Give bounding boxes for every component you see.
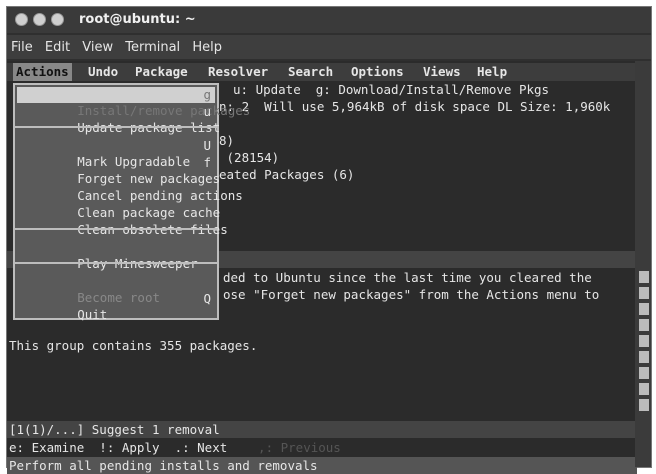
menu-edit[interactable]: Edit [41, 35, 74, 55]
title-bar: root@ubuntu: ~ [7, 7, 651, 33]
status-suggest: [1(1)/...] Suggest 1 removal [9, 422, 220, 437]
description-line-2: ose "Forget new packages" from the Actio… [223, 287, 600, 302]
dropdown-item-clean-obsolete[interactable]: Clean obsolete files [17, 206, 228, 237]
tree-row-3[interactable]: eated Packages (6) [219, 166, 354, 183]
aptitude-menu-resolver[interactable]: Resolver [205, 63, 271, 81]
close-icon[interactable] [15, 13, 28, 26]
dropdown-item-mark-upgradable[interactable]: Mark Upgradable U [17, 138, 215, 169]
dropdown-separator [15, 262, 217, 264]
window-title: root@ubuntu: ~ [79, 12, 196, 27]
description-line-1: ded to Ubuntu since the last time you cl… [223, 270, 592, 285]
scroll-tick [639, 335, 649, 347]
tree-row-1[interactable]: 8) [219, 132, 234, 149]
scroll-tick [639, 351, 649, 363]
description-line-3: This group contains 355 packages. [9, 338, 258, 353]
terminal-content[interactable]: Actions Undo Package Resolver Search Opt… [7, 61, 637, 474]
aptitude-menu-help[interactable]: Help [474, 63, 510, 81]
terminal-window: root@ubuntu: ~ File Edit View Terminal H… [6, 6, 652, 474]
tree-row-2[interactable]: (28154) [219, 149, 280, 166]
dropdown-item-install-remove[interactable]: Install/remove packages g [17, 87, 250, 118]
dropdown-item-clean-cache[interactable]: Clean package cache [17, 189, 220, 220]
status-keys: e: Examine !: Apply .: Next [9, 440, 228, 455]
aptitude-menu-package[interactable]: Package [132, 63, 191, 81]
header-keys: u: Update g: Download/Install/Remove Pkg… [233, 82, 550, 97]
scroll-tick [639, 383, 649, 395]
maximize-icon[interactable] [51, 13, 64, 26]
aptitude-menubar: Actions Undo Package Resolver Search Opt… [7, 63, 637, 81]
aptitude-menu-options[interactable]: Options [348, 63, 407, 81]
aptitude-menu-views[interactable]: Views [420, 63, 464, 81]
aptitude-menu-search[interactable]: Search [285, 63, 336, 81]
minimize-icon[interactable] [33, 13, 46, 26]
menu-view[interactable]: View [78, 35, 117, 55]
scroll-tick [639, 303, 649, 315]
dropdown-item-become-root: Become root [77, 290, 161, 305]
scroll-tick [639, 367, 649, 379]
dropdown-item-update-list[interactable]: Update package listu [17, 104, 220, 135]
aptitude-menu-actions[interactable]: Actions [13, 63, 72, 81]
dropdown-separator [15, 228, 217, 230]
dropdown-item-cancel-pending[interactable]: Cancel pending actions [17, 172, 243, 203]
dropdown-item-quit[interactable]: Quit Q [17, 291, 215, 322]
dropdown-item-minesweeper[interactable]: Play Minesweeper [17, 240, 215, 271]
scroll-tick [639, 271, 649, 283]
terminal-scrollbar[interactable] [635, 61, 651, 467]
status-bottom: Perform all pending installs and removal… [9, 458, 318, 473]
aptitude-menu-undo[interactable]: Undo [85, 63, 121, 81]
dropdown-item-forget-new[interactable]: Forget new packages f [17, 155, 220, 186]
menu-file[interactable]: File [7, 35, 37, 55]
header-summary: n: 2 Will use 5,964kB of disk space DL S… [219, 99, 611, 114]
status-prev: ,: Previous [243, 440, 341, 455]
menu-terminal[interactable]: Terminal [121, 35, 184, 55]
terminal-menubar: File Edit View Terminal Help [7, 35, 651, 59]
scroll-tick [639, 287, 649, 299]
menu-help[interactable]: Help [188, 35, 226, 55]
scroll-tick [639, 319, 649, 331]
actions-dropdown: Install/remove packagesg Update package … [13, 83, 250, 322]
scroll-tick [639, 399, 649, 411]
dropdown-separator [15, 126, 217, 128]
